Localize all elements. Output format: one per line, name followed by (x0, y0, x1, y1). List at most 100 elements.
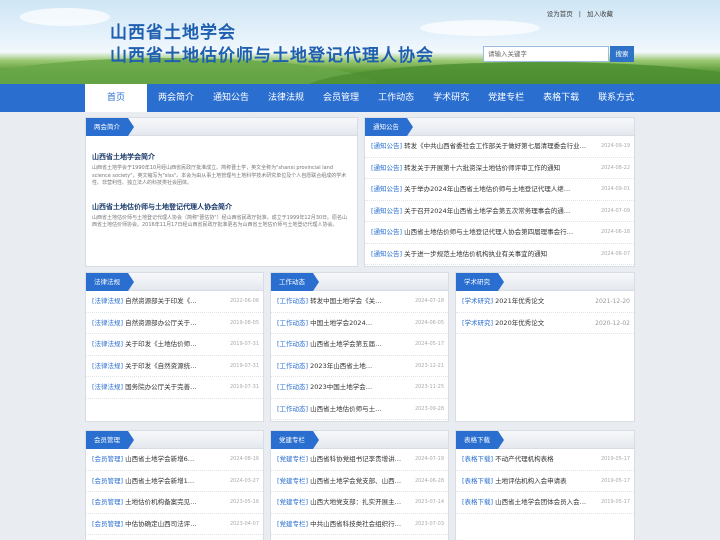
notice-item[interactable]: [通知公告] 山西省土地估价师与土地登记代理人协会第四届理事会行… 2024-06… (365, 222, 634, 244)
item-title[interactable]: 山西省土地估价师与土… (310, 405, 382, 413)
category-tag[interactable]: [党建专栏] (277, 455, 308, 463)
category-tag[interactable]: [工作动态] (277, 340, 308, 348)
work-item[interactable]: [工作动态] 转发中国土地学会《关… 2024-07-18 (271, 291, 448, 313)
notice-item[interactable]: [通知公告] 转发《中共山西省委社会工作部关于做好第七届清理委会行业… 2024-… (365, 136, 634, 158)
item-title[interactable]: 山西省土地学会党支部、山西… (310, 477, 401, 485)
member-item[interactable]: [会员管理] 山西省土地学会新增1… 2024-03-27 (86, 470, 263, 492)
category-tag[interactable]: [法律法规] (92, 297, 123, 305)
category-tag[interactable]: [法律法规] (92, 319, 123, 327)
category-tag[interactable]: [表格下载] (462, 498, 493, 506)
search-button[interactable]: 搜索 (610, 46, 634, 62)
laws-panel-title[interactable]: 法律法规 (86, 273, 134, 291)
notice-item[interactable]: [通知公告] 转发关于开展第十六批资深土地估价师评审工作的通知 2024-08-2… (365, 157, 634, 179)
item-title[interactable]: 山西省土地学会新增6… (125, 455, 194, 463)
notice-item[interactable]: [通知公告] 关于进一步规范土地估价机构执业有关事宜的通知 2024-06-07 (365, 243, 634, 265)
research-item[interactable]: [学术研究] 2021年优秀论文 2021-12-20 (456, 291, 634, 313)
item-title[interactable]: 中共山西省科技类社会组织行… (310, 520, 401, 528)
category-tag[interactable]: [通知公告] (371, 207, 402, 215)
nav-item-notices[interactable]: 通知公告 (205, 84, 257, 112)
nav-item-home[interactable]: 首页 (85, 84, 147, 112)
category-tag[interactable]: [会员管理] (92, 477, 123, 485)
member-item[interactable]: [会员管理] 中估协确定山西司法评… 2023-04-07 (86, 513, 263, 535)
category-tag[interactable]: [法律法规] (92, 383, 123, 391)
category-tag[interactable]: [表格下载] (462, 477, 493, 485)
item-title[interactable]: 关于召开2024年山西省土地学会第五次常务理事会的通… (404, 207, 570, 215)
item-title[interactable]: 转发关于开展第十六批资深土地估价师评审工作的通知 (404, 164, 560, 172)
notice-item[interactable]: [通知公告] 关于举办2024年山西省土地估价师与土地登记代理人继… 2024-0… (365, 179, 634, 201)
item-title[interactable]: 山西省土地学会第五届… (310, 340, 382, 348)
form-item[interactable]: [表格下载] 山西省土地学会团体会员入会… 2019-05-17 (456, 492, 634, 514)
item-title[interactable]: 转发《中共山西省委社会工作部关于做好第七届清理委会行业… (404, 142, 586, 150)
member-item[interactable]: [会员管理] 土地估价机构备案完见… 2023-05-16 (86, 492, 263, 514)
party-item[interactable]: [党建专栏] 山西省科协党组书记李贵增讲… 2024-07-19 (271, 449, 448, 471)
category-tag[interactable]: [法律法规] (92, 362, 123, 370)
item-title[interactable]: 2023中国土地学会… (310, 383, 372, 391)
item-title[interactable]: 自然资源部关于印发《… (125, 297, 197, 305)
work-item[interactable]: [工作动态] 2023年山西省土地… 2023-12-21 (271, 355, 448, 377)
search-input[interactable]: 请输入关键字 (483, 46, 609, 62)
item-title[interactable]: 中国土地学会2024… (310, 319, 372, 327)
nav-item-laws[interactable]: 法律法规 (260, 84, 312, 112)
category-tag[interactable]: [党建专栏] (277, 477, 308, 485)
category-tag[interactable]: [学术研究] (462, 297, 493, 305)
item-title[interactable]: 山西省土地学会新增1… (125, 477, 194, 485)
item-title[interactable]: 2021年优秀论文 (495, 297, 544, 305)
member-item[interactable]: [会员管理] 山西省土地学会新增6… 2024-08-16 (86, 449, 263, 471)
members-panel-title[interactable]: 会员管理 (86, 431, 134, 449)
intro-panel-title[interactable]: 两会简介 (86, 118, 134, 136)
item-title[interactable]: 山西省土地学会团体会员入会… (495, 498, 586, 506)
law-item[interactable]: [法律法规] 关于印发《土地估价师… 2019-07-31 (86, 334, 263, 356)
form-item[interactable]: [表格下载] 不动产代理机构表格 2019-05-17 (456, 449, 634, 471)
nav-item-contact[interactable]: 联系方式 (590, 84, 642, 112)
intro-title[interactable]: 山西省土地估价师与土地登记代理人协会简介 (92, 202, 351, 212)
party-item[interactable]: [党建专栏] 山西省土地学会党支部、山西… 2024-06-28 (271, 470, 448, 492)
category-tag[interactable]: [学术研究] (462, 319, 493, 327)
category-tag[interactable]: [通知公告] (371, 228, 402, 236)
category-tag[interactable]: [工作动态] (277, 319, 308, 327)
item-title[interactable]: 国务院办公厅关于完善… (125, 383, 197, 391)
add-favorite-link[interactable]: 加入收藏 (587, 10, 613, 18)
category-tag[interactable]: [工作动态] (277, 405, 308, 413)
forms-panel-title[interactable]: 表格下载 (456, 431, 504, 449)
nav-item-research[interactable]: 学术研究 (425, 84, 477, 112)
item-title[interactable]: 山西省科协党组书记李贵增讲… (310, 455, 401, 463)
item-title[interactable]: 自然资源部办公厅关于… (125, 319, 197, 327)
category-tag[interactable]: [会员管理] (92, 498, 123, 506)
category-tag[interactable]: [通知公告] (371, 142, 402, 150)
item-title[interactable]: 不动产代理机构表格 (495, 455, 554, 463)
category-tag[interactable]: [通知公告] (371, 185, 402, 193)
nav-item-forms[interactable]: 表格下载 (535, 84, 587, 112)
notice-item[interactable]: [通知公告] 关于召开2024年山西省土地学会第五次常务理事会的通… 2024-0… (365, 200, 634, 222)
notices-panel-title[interactable]: 通知公告 (365, 118, 413, 136)
work-item[interactable]: [工作动态] 中国土地学会2024… 2024-06-05 (271, 312, 448, 334)
item-title[interactable]: 2023年山西省土地… (310, 362, 372, 370)
item-title[interactable]: 关于进一步规范土地估价机构执业有关事宜的通知 (404, 250, 547, 258)
party-item[interactable]: [党建专栏] 山西大地党支部：扎实开展主… 2023-07-14 (271, 492, 448, 514)
item-title[interactable]: 关于举办2024年山西省土地估价师与土地登记代理人继… (404, 185, 570, 193)
item-title[interactable]: 转发中国土地学会《关… (310, 297, 382, 305)
party-item[interactable]: [党建专栏] 中共山西省科技类社会组织行… 2023-07-03 (271, 513, 448, 535)
law-item[interactable]: [法律法规] 国务院办公厅关于完善… 2019-07-31 (86, 377, 263, 399)
item-title[interactable]: 山西省土地估价师与土地登记代理人协会第四届理事会行… (404, 228, 573, 236)
work-panel-title[interactable]: 工作动态 (271, 273, 319, 291)
category-tag[interactable]: [工作动态] (277, 383, 308, 391)
intro-title[interactable]: 山西省土地学会简介 (92, 152, 351, 162)
category-tag[interactable]: [党建专栏] (277, 520, 308, 528)
item-title[interactable]: 中估协确定山西司法评… (125, 520, 197, 528)
nav-item-intro[interactable]: 两会简介 (150, 84, 202, 112)
research-item[interactable]: [学术研究] 2020年优秀论文 2020-12-02 (456, 312, 634, 334)
nav-item-work[interactable]: 工作动态 (370, 84, 422, 112)
category-tag[interactable]: [会员管理] (92, 520, 123, 528)
form-item[interactable]: [表格下载] 土地评估机构入会申请表 2019-05-17 (456, 470, 634, 492)
category-tag[interactable]: [通知公告] (371, 250, 402, 258)
category-tag[interactable]: [工作动态] (277, 362, 308, 370)
law-item[interactable]: [法律法规] 关于印发《自然资源统… 2019-07-31 (86, 355, 263, 377)
item-title[interactable]: 土地估价机构备案完见… (125, 498, 197, 506)
category-tag[interactable]: [会员管理] (92, 455, 123, 463)
law-item[interactable]: [法律法规] 自然资源部办公厅关于… 2019-08-05 (86, 312, 263, 334)
item-title[interactable]: 土地评估机构入会申请表 (495, 477, 567, 485)
law-item[interactable]: [法律法规] 自然资源部关于印发《… 2022-06-06 (86, 291, 263, 313)
party-panel-title[interactable]: 党建专栏 (271, 431, 319, 449)
category-tag[interactable]: [工作动态] (277, 297, 308, 305)
category-tag[interactable]: [法律法规] (92, 340, 123, 348)
